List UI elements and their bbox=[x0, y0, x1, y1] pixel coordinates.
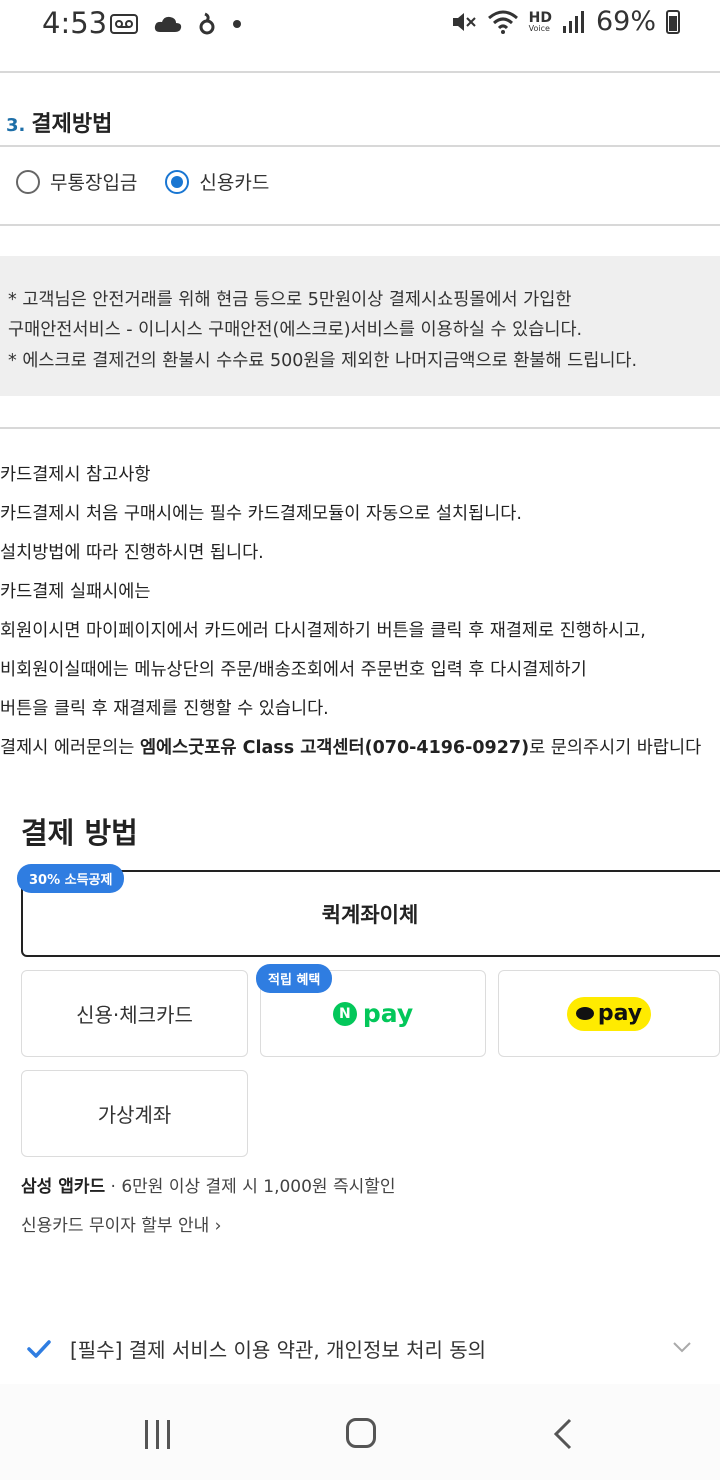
npay-text: pay bbox=[362, 999, 414, 1028]
card-info-line: 설치방법에 따라 진행하시면 됩니다. bbox=[0, 543, 264, 563]
back-button[interactable] bbox=[550, 1417, 576, 1451]
payment-section-title: 3. 결제방법 bbox=[6, 106, 112, 138]
quick-transfer-label: 퀵계좌이체 bbox=[321, 902, 419, 927]
payment-radio-group: 무통장입금 신용카드 bbox=[16, 168, 297, 195]
notice-line: * 고객님은 안전거래를 위해 현금 등으로 5만원이상 결제시쇼핑몰에서 가입… bbox=[8, 290, 572, 310]
kakaopay-text: pay bbox=[597, 1001, 643, 1026]
section-title-text: 결제방법 bbox=[31, 112, 113, 137]
radio-credit-card[interactable] bbox=[165, 169, 190, 194]
virtual-account-label: 가상계좌 bbox=[97, 1103, 172, 1127]
npay-n-icon: N bbox=[332, 1001, 357, 1026]
samsung-card-promo-text: · 6만원 이상 결제 시 1,000원 즉시할인 bbox=[105, 1177, 396, 1197]
kakaopay-button[interactable]: pay bbox=[498, 970, 720, 1057]
radio-label-bank-transfer[interactable]: 무통장입금 bbox=[50, 168, 137, 195]
samsung-card-name: 삼성 앱카드 bbox=[21, 1177, 106, 1197]
voicemail-icon bbox=[110, 14, 138, 34]
error-contact-bold: 엠에스굿포유 Class 고객센터(070-4196-0927) bbox=[139, 738, 530, 758]
hd-label: HD bbox=[528, 9, 552, 26]
error-contact-prefix: 결제시 에러문의는 bbox=[0, 738, 140, 758]
wifi-icon bbox=[487, 10, 518, 34]
notification-icons bbox=[110, 12, 242, 36]
income-deduction-badge: 30% 소득공제 bbox=[17, 864, 125, 893]
credit-card-button[interactable]: 신용·체크카드 bbox=[21, 970, 248, 1057]
samsung-card-promo: 삼성 앱카드 · 6만원 이상 결제 시 1,000원 즉시할인 bbox=[21, 1172, 396, 1197]
section-number: 3. bbox=[6, 115, 26, 136]
battery-icon bbox=[666, 9, 680, 34]
virtual-account-button[interactable]: 가상계좌 bbox=[21, 1070, 248, 1157]
kakaopay-logo: pay bbox=[567, 996, 651, 1031]
credit-card-label: 신용·체크카드 bbox=[76, 1003, 193, 1027]
card-info-line: 버튼을 클릭 후 재결제를 진행할 수 있습니다. bbox=[0, 699, 329, 719]
divider bbox=[0, 427, 720, 429]
card-info-line: 카드결제 실패시에는 bbox=[0, 582, 151, 602]
divider bbox=[0, 224, 720, 226]
card-info-line: 카드결제시 처음 구매시에는 필수 카드결제모듈이 자동으로 설치됩니다. bbox=[0, 504, 522, 524]
speech-bubble-icon bbox=[575, 1007, 594, 1020]
signal-icon bbox=[562, 10, 584, 33]
notice-line: * 에스크로 결제건의 환불시 수수료 500원을 제외한 나머지금액으로 환불… bbox=[8, 351, 638, 371]
reward-badge: 적립 혜택 bbox=[256, 964, 333, 993]
notice-line: 구매안전서비스 - 이니시스 구매안전(에스크로)서비스를 이용하실 수 있습니… bbox=[8, 320, 583, 340]
card-info-line: 비회원이실때에는 메뉴상단의 주문/배송조회에서 주문번호 입력 후 다시결제하… bbox=[0, 660, 587, 680]
app-notification-icon bbox=[199, 12, 215, 35]
chevron-down-icon[interactable] bbox=[672, 1340, 692, 1354]
terms-agreement-row[interactable]: [필수] 결제 서비스 이용 약관, 개인정보 처리 동의 bbox=[26, 1334, 720, 1363]
cloud-icon bbox=[154, 16, 182, 32]
card-info-line: 회원이시면 마이페이지에서 카드에러 다시결제하기 버튼을 클릭 후 재결제로 … bbox=[0, 621, 646, 641]
npay-logo: N pay bbox=[332, 999, 414, 1028]
installment-info-link[interactable]: 신용카드 무이자 할부 안내 › bbox=[21, 1211, 221, 1236]
error-contact-suffix: 로 문의주시기 바랍니다 bbox=[529, 738, 702, 758]
quick-transfer-button[interactable]: 퀵계좌이체 bbox=[21, 870, 720, 957]
dot-icon bbox=[233, 20, 241, 28]
error-contact-line: 결제시 에러문의는 엠에스굿포유 Class 고객센터(070-4196-092… bbox=[0, 734, 701, 759]
payment-methods-title: 결제 방법 bbox=[21, 816, 138, 850]
divider bbox=[0, 145, 720, 147]
mute-icon bbox=[452, 12, 476, 31]
battery-percent: 69% bbox=[595, 6, 656, 37]
status-system-icons: HD Voice 69% bbox=[451, 6, 680, 37]
terms-agreement-label: [필수] 결제 서비스 이용 약관, 개인정보 처리 동의 bbox=[70, 1338, 487, 1362]
voice-label: Voice bbox=[528, 23, 550, 33]
divider bbox=[0, 71, 720, 73]
check-icon[interactable] bbox=[26, 1336, 52, 1362]
radio-label-credit-card[interactable]: 신용카드 bbox=[199, 168, 269, 195]
status-time: 4:53 bbox=[42, 6, 108, 40]
recent-apps-button[interactable] bbox=[145, 1420, 170, 1449]
radio-bank-transfer[interactable] bbox=[16, 169, 40, 194]
card-info-heading: 카드결제시 참고사항 bbox=[0, 465, 151, 485]
status-bar: 4:53 HD Voice 69% bbox=[0, 0, 720, 52]
escrow-notice-box: * 고객님은 안전거래를 위해 현금 등으로 5만원이상 결제시쇼핑몰에서 가입… bbox=[0, 256, 720, 396]
hd-voice-indicator: HD Voice bbox=[529, 11, 552, 33]
home-button[interactable] bbox=[346, 1418, 376, 1448]
